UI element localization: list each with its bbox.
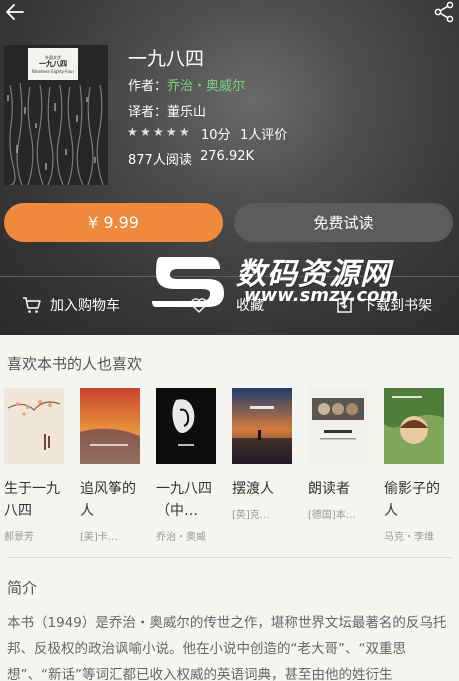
intro-text[interactable]: 本书（1949）是乔治・奥威尔的传世之作，堪称世界文坛最著名的反乌托邦、反极权的… — [7, 610, 452, 681]
recommend-item-author: [英]克… — [232, 510, 270, 521]
book-title: 一九八四 — [128, 48, 205, 70]
star-icon: ★ — [166, 125, 177, 139]
recommend-item-title: 追风筝的人 — [80, 481, 136, 519]
recommend-item-author: 郝景芳 — [4, 532, 34, 543]
recommend-item-author: 乔治・奥威 — [156, 532, 206, 543]
rating-stars: ★ ★ ★ ★ ★ — [127, 126, 191, 138]
recommend-item-author: [美]卡… — [80, 532, 118, 543]
recommend-item[interactable]: 摆渡人 [英]克… — [232, 388, 294, 521]
recommend-list: 生于一九八四 郝景芳 追风筝的人 [美]卡… 一九八四（中… 乔治・奥威 摆渡人… — [4, 388, 459, 548]
back-icon[interactable] — [3, 0, 29, 26]
author-link[interactable]: 乔治・奥威尔 — [167, 79, 245, 94]
cart-icon — [23, 297, 41, 313]
watermark: 数码资源网 www.smzy.com — [148, 245, 398, 315]
recommend-title: 喜欢本书的人也喜欢 — [7, 355, 143, 373]
cover-title: 一九八四 — [39, 59, 67, 68]
recommend-cover[interactable] — [232, 388, 292, 464]
recommend-item[interactable]: 偷影子的人 马克・李维 — [384, 388, 446, 543]
free-trial-button[interactable]: 免费试读 — [234, 203, 453, 242]
share-icon[interactable] — [432, 0, 458, 26]
recommend-item[interactable]: 生于一九八四 郝景芳 — [4, 388, 66, 543]
recommend-cover[interactable] — [4, 388, 64, 464]
read-count: 877人阅读 — [128, 153, 192, 168]
rating-score: 10分 — [201, 128, 231, 143]
recommend-item-title: 摆渡人 — [232, 481, 274, 497]
translator-name: 董乐山 — [167, 105, 207, 120]
translator-row: 译者：董乐山 — [128, 101, 206, 120]
recommend-item-title: 生于一九八四 — [4, 481, 60, 519]
recommend-item-author: 马克・李维 — [384, 532, 434, 543]
book-cover[interactable]: 外国文学 一九八四 Nineteen Eighty-Four — [4, 45, 108, 185]
recommend-item[interactable]: 追风筝的人 [美]卡… — [80, 388, 142, 543]
star-icon: ★ — [140, 125, 151, 139]
recommend-item-title: 一九八四（中… — [156, 481, 212, 519]
recommend-item-title: 偷影子的人 — [384, 481, 440, 519]
star-icon: ★ — [179, 125, 190, 139]
intro-title: 简介 — [7, 579, 38, 597]
recommend-cover[interactable] — [384, 388, 444, 464]
recommend-item-title: 朗读者 — [308, 481, 350, 497]
recommend-cover[interactable] — [156, 388, 216, 464]
recommend-item-author: [德国]本… — [308, 510, 356, 521]
recommend-item[interactable]: 一九八四（中… 乔治・奥威 — [156, 388, 218, 543]
author-row: 作者：乔治・奥威尔 — [128, 75, 245, 94]
star-icon: ★ — [153, 125, 164, 139]
add-to-cart-button[interactable]: 加入购物车 — [22, 294, 120, 316]
book-header: 外国文学 一九八四 Nineteen Eighty-Four 一九八四 作者：乔… — [0, 0, 459, 335]
watermark-url: www.smzy.com — [244, 285, 399, 306]
watermark-logo-icon — [152, 257, 224, 307]
add-to-cart-label: 加入购物车 — [50, 298, 120, 314]
cover-title-en: Nineteen Eighty-Four — [31, 68, 75, 74]
recommend-item[interactable]: 朗读者 [德国]本… — [308, 388, 370, 521]
author-label: 作者： — [128, 79, 168, 94]
file-size: 276.92K — [200, 149, 255, 164]
rating-count[interactable]: 1人评价 — [240, 124, 287, 143]
cover-label: 外国文学 一九八四 Nineteen Eighty-Four — [28, 48, 78, 80]
divider — [7, 557, 452, 558]
buy-button[interactable]: ¥ 9.99 — [4, 203, 223, 242]
recommend-cover[interactable] — [80, 388, 140, 464]
recommend-cover[interactable] — [308, 388, 368, 464]
star-icon: ★ — [127, 125, 138, 139]
translator-label: 译者： — [128, 105, 168, 120]
